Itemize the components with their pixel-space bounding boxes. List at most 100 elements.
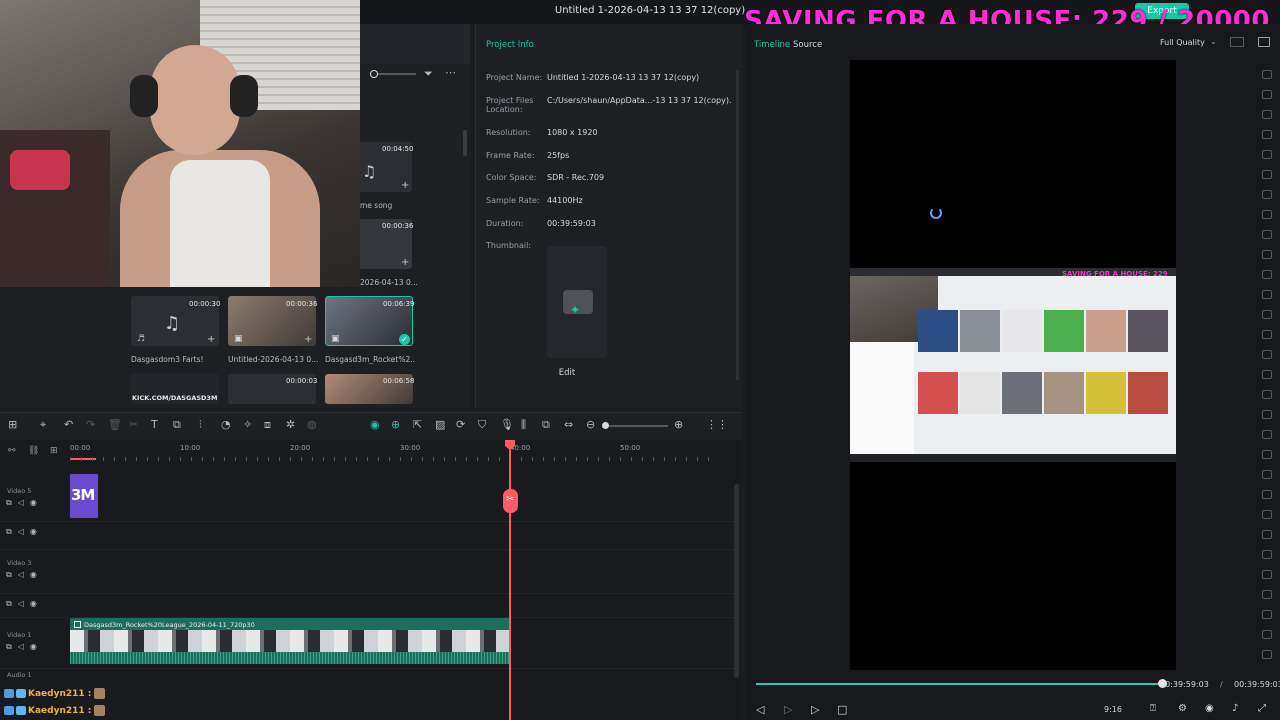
project-field-value: 00:39:59:03 xyxy=(547,219,596,228)
ai-tools-icon[interactable]: ✲ xyxy=(286,418,295,431)
side-tool-icon[interactable] xyxy=(1262,70,1272,79)
marker-icon[interactable]: ⍰ xyxy=(1150,703,1156,714)
export-clip-icon[interactable]: ⇱ xyxy=(413,418,422,431)
zoom-in-icon[interactable]: ⊕ xyxy=(674,418,683,431)
playhead-line[interactable] xyxy=(509,444,511,720)
side-tool-icon[interactable] xyxy=(1262,90,1272,99)
filter-icon[interactable]: ⏷ xyxy=(424,67,433,81)
side-tool-icon[interactable] xyxy=(1262,230,1272,239)
side-tool-icon[interactable] xyxy=(1262,310,1272,319)
add-icon[interactable]: + xyxy=(401,257,409,268)
side-tool-icon[interactable] xyxy=(1262,590,1272,599)
more-icon[interactable]: ⋯ xyxy=(445,66,456,79)
layout-icon[interactable] xyxy=(1258,37,1270,47)
sync-icon[interactable]: ⟳ xyxy=(456,418,465,431)
microphone-icon[interactable]: 🎙 xyxy=(500,418,514,431)
scissors-icon[interactable]: ✂ xyxy=(506,494,514,505)
previous-frame-icon[interactable]: ◁ xyxy=(756,703,764,716)
auto-record-icon[interactable]: ◉ xyxy=(370,418,380,431)
effects-icon[interactable]: ✧ xyxy=(243,418,252,431)
side-tool-icon[interactable] xyxy=(1262,450,1272,459)
quality-dropdown[interactable]: Full Quality xyxy=(1160,38,1205,47)
side-tool-icon[interactable] xyxy=(1262,390,1272,399)
crop-icon[interactable]: ⧉ xyxy=(173,418,181,432)
cut-icon[interactable]: ✂ xyxy=(129,418,138,431)
add-icon[interactable]: + xyxy=(401,180,409,191)
tab-timeline[interactable]: Timeline xyxy=(754,40,790,50)
split-icon[interactable]: ⫶ xyxy=(199,418,202,432)
side-tool-icon[interactable] xyxy=(1262,650,1272,659)
side-tool-icon[interactable] xyxy=(1262,150,1272,159)
side-tool-icon[interactable] xyxy=(1262,470,1272,479)
ruler-tick xyxy=(499,457,500,461)
image-icon[interactable]: ▨ xyxy=(435,418,445,431)
color-icon[interactable]: ◍ xyxy=(307,418,317,431)
add-icon[interactable]: + xyxy=(207,334,215,345)
edit-thumbnail-button[interactable]: Edit xyxy=(547,368,587,378)
project-info-scrollbar[interactable] xyxy=(736,70,739,380)
preview-progress-bar[interactable] xyxy=(756,683,1162,685)
mixer-icon[interactable]: ⫼ xyxy=(521,418,526,432)
side-tool-icon[interactable] xyxy=(1262,270,1272,279)
snap-icon[interactable]: ⊕ xyxy=(391,418,400,431)
undo-icon[interactable]: ↶ xyxy=(64,418,73,431)
play-icon[interactable]: ▷ xyxy=(811,703,819,716)
side-tool-icon[interactable] xyxy=(1262,370,1272,379)
aspect-ratio-dropdown[interactable]: 9:16 xyxy=(1104,705,1122,714)
side-tool-icon[interactable] xyxy=(1262,630,1272,639)
side-tool-icon[interactable] xyxy=(1262,350,1272,359)
timeline-zoom-slider[interactable] xyxy=(604,425,668,427)
volume-icon[interactable]: ♪ xyxy=(1232,703,1238,714)
media-scrollbar[interactable] xyxy=(463,130,467,156)
next-frame-icon[interactable]: ▷ xyxy=(784,703,792,716)
layout-grid-icon[interactable]: ⊞ xyxy=(8,418,17,431)
tab-source[interactable]: Source xyxy=(793,40,822,50)
shield-icon[interactable]: ⛉ xyxy=(478,418,486,432)
stop-icon[interactable]: □ xyxy=(837,703,847,716)
redo-icon[interactable]: ↷ xyxy=(86,418,95,431)
side-tool-icon[interactable] xyxy=(1262,490,1272,499)
chevron-down-icon[interactable]: ⌄ xyxy=(1210,37,1217,46)
snapshot-icon[interactable]: ◉ xyxy=(1205,703,1214,714)
freeze-icon[interactable]: ⧈ xyxy=(264,418,271,432)
grid-view-icon[interactable] xyxy=(1230,37,1244,47)
timeline-zoom-knob[interactable] xyxy=(602,422,609,429)
grid-options-icon[interactable]: ⋮⋮ xyxy=(706,418,728,431)
zoom-out-icon[interactable]: ⊖ xyxy=(586,418,595,431)
settings-icon[interactable]: ⚙ xyxy=(1178,703,1187,714)
add-icon[interactable]: + xyxy=(304,334,312,345)
side-tool-icon[interactable] xyxy=(1262,410,1272,419)
side-tool-icon[interactable] xyxy=(1262,170,1272,179)
track-controls[interactable]: ⧉◁◉ xyxy=(6,527,43,537)
link-icon[interactable]: ⚯ xyxy=(8,446,16,456)
track-controls[interactable]: ⧉◁◉ xyxy=(6,570,43,580)
side-tool-icon[interactable] xyxy=(1262,430,1272,439)
speed-icon[interactable]: ◔ xyxy=(221,418,231,431)
add-track-icon[interactable]: ⊞ xyxy=(50,446,58,456)
side-tool-icon[interactable] xyxy=(1262,210,1272,219)
side-tool-icon[interactable] xyxy=(1262,530,1272,539)
text-icon[interactable]: T xyxy=(151,418,158,431)
fit-icon[interactable]: ⇔ xyxy=(564,418,573,431)
side-tool-icon[interactable] xyxy=(1262,510,1272,519)
side-tool-icon[interactable] xyxy=(1262,110,1272,119)
replace-icon[interactable]: ⧉ xyxy=(542,418,550,432)
track-controls[interactable]: ⧉◁◉ xyxy=(6,642,43,652)
ruler-tick xyxy=(246,457,247,461)
side-tool-icon[interactable] xyxy=(1262,190,1272,199)
track-controls[interactable]: ⧉◁◉ xyxy=(6,599,43,609)
timeline-scrollbar[interactable] xyxy=(734,484,739,678)
delete-icon[interactable]: 🗑 xyxy=(108,418,122,431)
side-tool-icon[interactable] xyxy=(1262,250,1272,259)
side-tool-icon[interactable] xyxy=(1262,130,1272,139)
track-controls[interactable]: ⧉◁◉ xyxy=(6,498,43,508)
select-tool-icon[interactable]: ⌖ xyxy=(40,418,46,432)
side-tool-icon[interactable] xyxy=(1262,570,1272,579)
chain-icon[interactable]: ⛓ xyxy=(28,446,39,456)
side-tool-icon[interactable] xyxy=(1262,330,1272,339)
media-zoom-slider-knob[interactable] xyxy=(370,70,378,78)
side-tool-icon[interactable] xyxy=(1262,290,1272,299)
fullscreen-icon[interactable]: ⤢ xyxy=(1258,703,1266,714)
side-tool-icon[interactable] xyxy=(1262,610,1272,619)
side-tool-icon[interactable] xyxy=(1262,550,1272,559)
